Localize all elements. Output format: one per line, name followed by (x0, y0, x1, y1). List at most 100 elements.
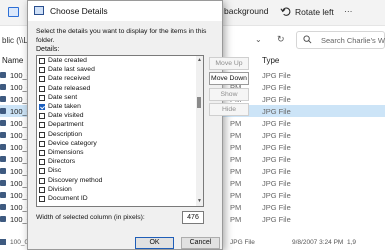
cancel-button[interactable]: Cancel (181, 237, 220, 249)
scrollbar-thumb[interactable] (197, 97, 201, 108)
file-date: PM (230, 191, 242, 200)
file-date: PM (230, 119, 242, 128)
image-file-icon (0, 108, 6, 114)
checkbox[interactable] (39, 113, 45, 120)
details-list-item[interactable]: Department (37, 121, 197, 130)
file-type: JPG File (262, 71, 291, 80)
image-file-icon (0, 168, 6, 174)
details-item-label: Directors (48, 158, 76, 166)
hide-button[interactable]: Hide (209, 103, 249, 116)
image-file-icon (0, 96, 6, 102)
more-options-button[interactable]: ··· (344, 6, 353, 16)
column-width-input[interactable] (182, 211, 204, 224)
details-list-item[interactable]: Date visited (37, 112, 197, 121)
file-type: JPG File (262, 95, 291, 104)
details-list-item[interactable]: Directors (37, 158, 197, 167)
file-type: JPG File (262, 131, 291, 140)
move-up-button[interactable]: Move Up (209, 57, 249, 70)
checkbox[interactable] (39, 186, 45, 193)
image-file-icon (0, 144, 6, 150)
image-file-icon (0, 132, 6, 138)
details-item-label: Date received (48, 75, 90, 83)
file-date: PM (230, 143, 242, 152)
scroll-down-icon[interactable]: ▼ (197, 198, 202, 204)
details-item-label: Date visited (48, 112, 84, 120)
details-item-label: Document ID (48, 195, 88, 202)
file-type: JPG File (262, 119, 291, 128)
status-file-size: 1,9 (347, 239, 357, 246)
show-button[interactable]: Show (209, 88, 249, 101)
file-type: JPG File (262, 167, 291, 176)
set-background-label: background (224, 6, 269, 16)
details-list-item[interactable]: Document ID (37, 195, 197, 204)
details-list-item[interactable]: Discovery method (37, 177, 197, 186)
details-item-label: Date sent (48, 93, 78, 101)
checkbox[interactable] (39, 67, 45, 74)
refresh-icon[interactable]: ↻ (277, 34, 285, 45)
status-file-type: JPG File (230, 239, 255, 246)
search-box[interactable]: Search Charlie's Wedd (296, 31, 385, 49)
details-item-label: Department (48, 121, 84, 129)
rotate-left-button[interactable]: Rotate left (280, 6, 334, 17)
details-list-item[interactable]: Dimensions (37, 149, 197, 158)
file-date: PM (230, 131, 242, 140)
folder-icon (8, 7, 19, 17)
move-down-button[interactable]: Move Down (209, 72, 249, 85)
dialog-titlebar[interactable]: Choose Details (28, 1, 222, 21)
ok-button[interactable]: OK (135, 237, 174, 249)
checkbox[interactable] (39, 122, 45, 129)
checkbox[interactable] (39, 104, 45, 110)
details-list-item[interactable]: Date sent (37, 94, 197, 103)
folder-icon (34, 6, 44, 15)
checkbox[interactable] (39, 196, 45, 202)
details-list-item[interactable]: Date released (37, 85, 197, 94)
file-date: PM (230, 179, 242, 188)
details-list-item[interactable]: Date received (37, 75, 197, 84)
checkbox[interactable] (39, 85, 45, 92)
image-file-icon (0, 239, 6, 245)
image-file-icon (0, 84, 6, 90)
checkbox[interactable] (39, 168, 45, 175)
details-item-label: Description (48, 130, 82, 138)
details-item-label: Date created (48, 57, 87, 64)
chevron-down-icon[interactable]: ⌄ (255, 35, 262, 44)
file-type: JPG File (262, 107, 291, 116)
checkbox[interactable] (39, 177, 45, 184)
details-list-item[interactable]: Date last saved (37, 66, 197, 75)
details-list-item[interactable]: Device category (37, 140, 197, 149)
details-item-label: Date taken (48, 103, 81, 110)
file-type: JPG File (262, 203, 291, 212)
details-item-label: Dimensions (48, 149, 84, 156)
checkbox[interactable] (39, 94, 45, 101)
details-list-item[interactable]: Date taken (37, 103, 197, 112)
checkbox[interactable] (39, 140, 45, 147)
details-list-scrollbar[interactable]: ▲ ▼ (196, 56, 203, 206)
column-header-name[interactable]: Name (2, 56, 23, 65)
checkbox[interactable] (39, 159, 45, 166)
details-list-item[interactable]: Division (37, 186, 197, 195)
file-date: PM (230, 155, 242, 164)
file-date: PM (230, 203, 242, 212)
details-list-item[interactable]: Disc (37, 167, 197, 176)
rotate-left-label: Rotate left (295, 6, 334, 17)
column-header-type[interactable]: Type (262, 56, 279, 65)
details-item-label: Date released (48, 84, 91, 92)
dialog-title: Choose Details (50, 6, 108, 16)
file-date: PM (230, 167, 242, 176)
file-type: JPG File (262, 215, 291, 224)
checkbox[interactable] (39, 76, 45, 83)
set-background-button[interactable]: background (224, 6, 268, 16)
checkbox[interactable] (39, 131, 45, 138)
scroll-up-icon[interactable]: ▲ (197, 57, 202, 63)
image-file-icon (0, 192, 6, 198)
image-file-icon (0, 120, 6, 126)
checkbox[interactable] (39, 150, 45, 156)
details-item-label: Disc (48, 167, 62, 175)
checkbox[interactable] (39, 58, 45, 64)
details-list[interactable]: Date created Date last saved Date received… (36, 55, 204, 207)
details-list-item[interactable]: Date created (37, 57, 197, 66)
file-type: JPG File (262, 179, 291, 188)
search-icon (303, 35, 312, 44)
file-type: JPG File (262, 143, 291, 152)
details-list-item[interactable]: Description (37, 131, 197, 140)
